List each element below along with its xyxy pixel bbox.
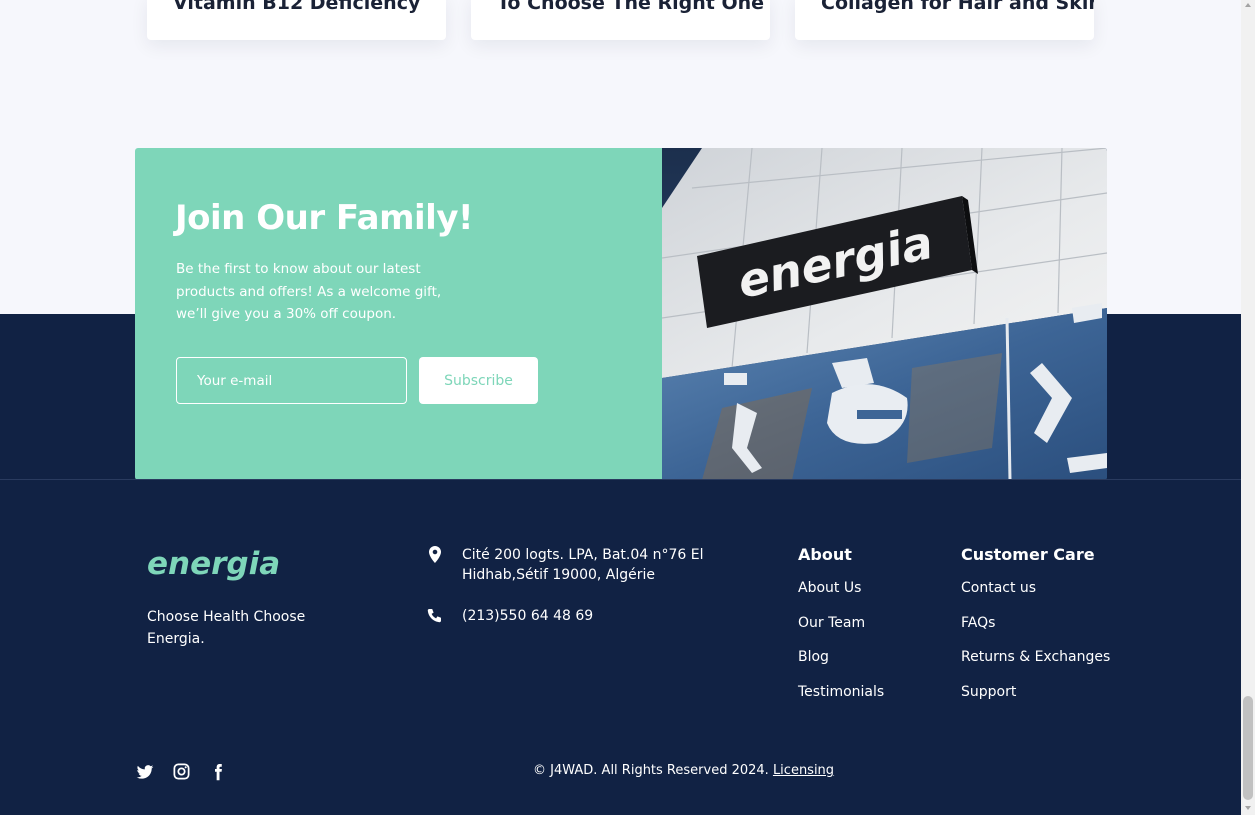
- about-heading: About: [798, 545, 852, 564]
- blog-card[interactable]: To Choose The Right One: [471, 0, 770, 40]
- phone-icon: [426, 606, 444, 626]
- scrollbar-track[interactable]: [1241, 0, 1255, 815]
- footer-divider: [0, 479, 1241, 480]
- svg-text:energia: energia: [147, 546, 280, 582]
- facebook-icon[interactable]: [209, 762, 229, 782]
- blog-card-title[interactable]: Vitamin B12 Deficiency: [173, 0, 420, 14]
- address-text: Cité 200 logts. LPA, Bat.04 n°76 El Hidh…: [462, 547, 704, 583]
- scrollbar-thumb[interactable]: [1243, 696, 1253, 800]
- storefront-image: energia: [662, 148, 1107, 480]
- returns-exchanges-link[interactable]: Returns & Exchanges: [961, 647, 1110, 682]
- faqs-link[interactable]: FAQs: [961, 613, 1110, 648]
- location-pin-icon: [426, 545, 444, 565]
- phone-row: (213)550 64 48 69: [426, 606, 593, 626]
- newsletter-description: Be the first to know about our latest pr…: [176, 261, 442, 322]
- footer-tagline: Choose Health Choose Energia.: [147, 609, 306, 647]
- blog-card-title[interactable]: Collagen for Hair and Skin: [821, 0, 1094, 14]
- blog-card-title[interactable]: To Choose The Right One: [497, 0, 764, 14]
- blog-card[interactable]: Collagen for Hair and Skin: [795, 0, 1094, 40]
- copyright-text: © J4WAD. All Rights Reserved 2024.: [533, 763, 769, 778]
- customer-care-heading: Customer Care: [961, 545, 1095, 564]
- energia-logo-icon: energia: [147, 546, 280, 582]
- brand-logo[interactable]: energia: [147, 542, 282, 586]
- blog-card[interactable]: Vitamin B12 Deficiency: [147, 0, 446, 40]
- contact-us-link[interactable]: Contact us: [961, 578, 1110, 613]
- email-input[interactable]: [176, 357, 407, 404]
- licensing-link[interactable]: Licensing: [773, 763, 834, 778]
- customer-care-column: Customer Care Contact us FAQs Returns & …: [961, 545, 1110, 716]
- newsletter-title: Join Our Family!: [175, 198, 474, 238]
- copyright-line: © J4WAD. All Rights Reserved 2024. Licen…: [533, 763, 834, 778]
- address-row: Cité 200 logts. LPA, Bat.04 n°76 El Hidh…: [426, 545, 726, 585]
- support-link[interactable]: Support: [961, 682, 1110, 717]
- storefront-illustration: energia: [662, 148, 1107, 480]
- phone-number[interactable]: (213)550 64 48 69: [462, 606, 593, 626]
- twitter-icon[interactable]: [135, 762, 155, 782]
- our-team-link[interactable]: Our Team: [798, 613, 884, 648]
- subscribe-button[interactable]: Subscribe: [419, 357, 538, 404]
- instagram-icon[interactable]: [172, 762, 192, 782]
- blog-link[interactable]: Blog: [798, 647, 884, 682]
- about-us-link[interactable]: About Us: [798, 578, 884, 613]
- scroll-down-arrow-icon[interactable]: [1245, 806, 1251, 810]
- testimonials-link[interactable]: Testimonials: [798, 682, 884, 717]
- scroll-up-arrow-icon[interactable]: [1245, 3, 1251, 7]
- newsletter-section: Join Our Family! Be the first to know ab…: [135, 148, 1107, 480]
- newsletter-panel: Join Our Family! Be the first to know ab…: [135, 148, 662, 480]
- about-column: About About Us Our Team Blog Testimonial…: [798, 545, 884, 716]
